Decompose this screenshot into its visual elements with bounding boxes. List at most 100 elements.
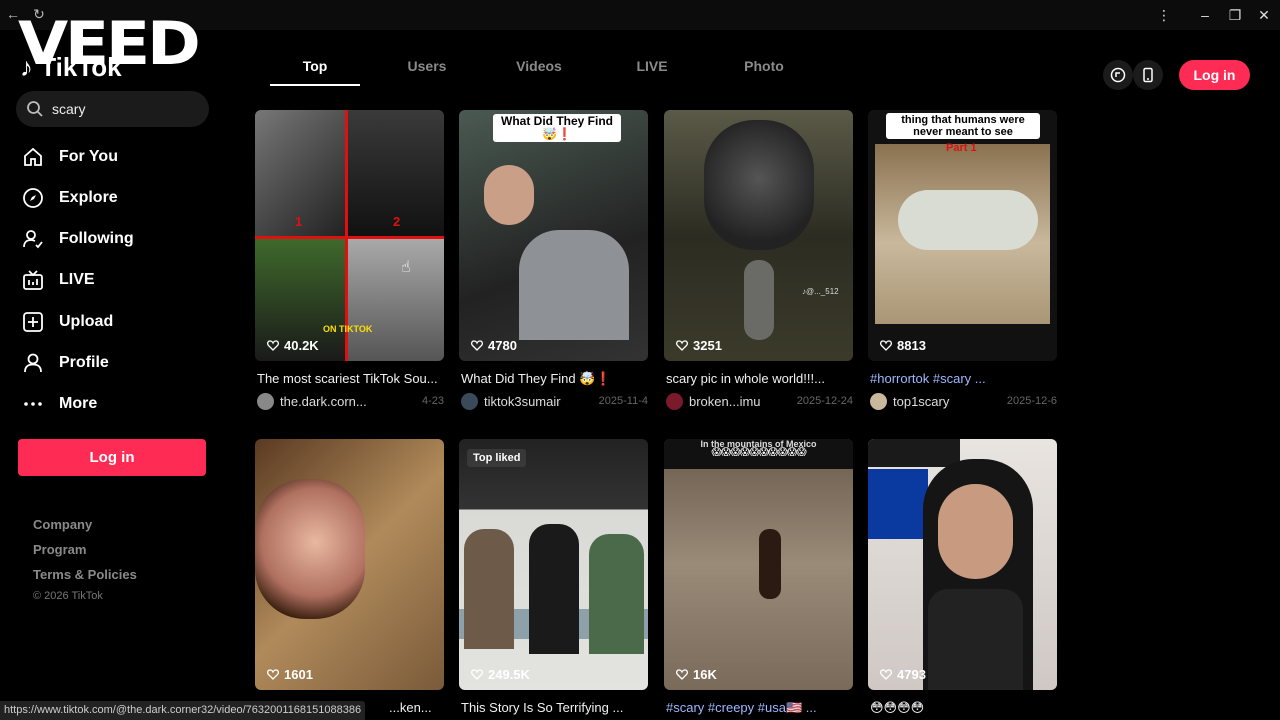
video-caption[interactable]: What Did They Find 🤯❗ bbox=[461, 371, 648, 387]
sidebar-item-label: LIVE bbox=[59, 271, 95, 288]
mouse-cursor-icon: ☝ bbox=[401, 259, 411, 276]
video-caption[interactable]: 😳😳😳😳 bbox=[870, 700, 1057, 716]
search-input[interactable] bbox=[52, 91, 202, 127]
video-thumbnail[interactable]: In the mountains of Mexico 😱😱😱😱😱😱😱😱😱😱 16… bbox=[664, 439, 853, 690]
sidebar-item-label: For You bbox=[59, 148, 118, 165]
sidebar-item-upload[interactable]: Upload bbox=[20, 306, 220, 338]
like-count: 4793 bbox=[880, 667, 926, 682]
video-caption[interactable]: This Story Is So Terrifying ... bbox=[461, 700, 648, 715]
avatar[interactable] bbox=[666, 392, 683, 410]
thumbnail-watermark: ♪@..._512 bbox=[802, 287, 839, 296]
sidebar-item-for-you[interactable]: For You bbox=[20, 141, 220, 173]
like-count: 40.2K bbox=[267, 338, 319, 353]
tab-live[interactable]: LIVE bbox=[618, 58, 686, 74]
video-caption[interactable]: ...ken... bbox=[389, 700, 444, 715]
like-count: 1601 bbox=[267, 667, 313, 682]
footer-link-terms[interactable]: Terms & Policies bbox=[33, 567, 137, 582]
header-login-button[interactable]: Log in bbox=[1179, 60, 1250, 90]
top-liked-badge: Top liked bbox=[467, 449, 527, 467]
video-thumbnail[interactable]: thing that humans were never meant to se… bbox=[868, 110, 1057, 361]
thumbnail-overlay-part: Part 1 bbox=[946, 142, 977, 154]
heart-icon bbox=[267, 669, 279, 680]
heart-icon bbox=[676, 669, 688, 680]
author-name[interactable]: broken...imu bbox=[689, 394, 761, 409]
video-thumbnail[interactable]: ♪@..._512 3251 bbox=[664, 110, 853, 361]
coin-icon[interactable] bbox=[1103, 60, 1133, 90]
like-count: 249.5K bbox=[471, 667, 530, 682]
tab-users[interactable]: Users bbox=[393, 58, 461, 74]
following-icon bbox=[20, 226, 46, 252]
video-caption[interactable]: scary pic in whole world!!!... bbox=[666, 371, 853, 386]
minimize-icon[interactable]: – bbox=[1195, 5, 1215, 25]
close-window-icon[interactable]: ✕ bbox=[1254, 5, 1274, 25]
sidebar-item-profile[interactable]: Profile bbox=[20, 347, 220, 379]
video-thumbnail[interactable]: 4793 bbox=[868, 439, 1057, 690]
video-caption[interactable]: #scary #creepy #usa🇺🇸 ... bbox=[666, 700, 853, 716]
home-icon bbox=[20, 144, 46, 170]
like-count: 3251 bbox=[676, 338, 722, 353]
sidebar-item-more[interactable]: More bbox=[20, 388, 220, 420]
author-name[interactable]: the.dark.corn... bbox=[280, 394, 367, 409]
sidebar-item-live[interactable]: LIVE bbox=[20, 264, 220, 296]
video-meta: top1scary 2025-12-6 bbox=[870, 392, 1057, 410]
status-bar-url: https://www.tiktok.com/@the.dark.corner3… bbox=[0, 701, 366, 720]
thumbnail-overlay-text: ON TIKTOK bbox=[323, 324, 373, 334]
sidebar-item-following[interactable]: Following bbox=[20, 223, 220, 255]
plus-square-icon bbox=[20, 309, 46, 335]
sidebar-item-label: Explore bbox=[59, 189, 118, 206]
sidebar-item-label: Following bbox=[59, 230, 134, 247]
sidebar-item-label: More bbox=[59, 395, 98, 412]
live-tv-icon bbox=[20, 267, 46, 293]
video-meta: tiktok3sumair 2025-11-4 bbox=[461, 392, 648, 410]
tab-videos[interactable]: Videos bbox=[505, 58, 573, 74]
like-count: 16K bbox=[676, 667, 717, 682]
post-date: 2025-12-6 bbox=[1006, 395, 1057, 407]
author-name[interactable]: top1scary bbox=[893, 394, 949, 409]
thumbnail-overlay-emoji: 😱😱😱😱😱😱😱😱😱😱 bbox=[711, 447, 806, 458]
avatar[interactable] bbox=[257, 392, 274, 410]
sidebar-item-explore[interactable]: Explore bbox=[20, 182, 220, 214]
sidebar-login-button[interactable]: Log in bbox=[18, 439, 206, 476]
video-thumbnail[interactable]: What Did They Find 🤯❗ 4780 bbox=[459, 110, 648, 361]
sidebar-item-label: Upload bbox=[59, 313, 114, 330]
heart-icon bbox=[471, 669, 483, 680]
tab-top[interactable]: Top bbox=[270, 58, 360, 74]
post-date: 2025-11-4 bbox=[598, 395, 648, 407]
thumbnail-overlay-text: thing that humans were never meant to se… bbox=[886, 113, 1040, 139]
video-caption[interactable]: The most scariest TikTok Sou... bbox=[257, 371, 444, 386]
search-icon bbox=[27, 101, 43, 117]
kebab-menu-icon[interactable]: ⋮ bbox=[1154, 5, 1174, 25]
video-meta: the.dark.corn... 4-23 bbox=[257, 392, 444, 410]
veed-watermark: VEED bbox=[18, 9, 201, 79]
author-name[interactable]: tiktok3sumair bbox=[484, 394, 561, 409]
heart-icon bbox=[880, 340, 892, 351]
avatar[interactable] bbox=[461, 392, 478, 410]
mobile-app-icon[interactable] bbox=[1133, 60, 1163, 90]
like-count: 4780 bbox=[471, 338, 517, 353]
video-thumbnail[interactable]: Top liked 249.5K bbox=[459, 439, 648, 690]
panel-number: 1 bbox=[295, 214, 303, 229]
video-caption[interactable]: #horrortok #scary ... bbox=[870, 371, 1057, 386]
maximize-icon[interactable]: ❐ bbox=[1225, 5, 1245, 25]
sidebar-item-label: Profile bbox=[59, 354, 109, 371]
more-dots-icon bbox=[20, 391, 46, 417]
video-meta: broken...imu 2025-12-24 bbox=[666, 392, 853, 410]
footer-link-program[interactable]: Program bbox=[33, 542, 86, 557]
video-thumbnail[interactable]: 1601 bbox=[255, 439, 444, 690]
post-date: 4-23 bbox=[421, 395, 444, 407]
post-date: 2025-12-24 bbox=[796, 395, 853, 407]
compass-icon bbox=[20, 185, 46, 211]
heart-icon bbox=[880, 669, 892, 680]
like-count: 8813 bbox=[880, 338, 926, 353]
heart-icon bbox=[676, 340, 688, 351]
panel-number: 2 bbox=[393, 214, 401, 229]
thumbnail-overlay-text: What Did They Find 🤯❗ bbox=[493, 114, 621, 142]
search-box[interactable] bbox=[16, 91, 209, 127]
user-icon bbox=[20, 350, 46, 376]
avatar[interactable] bbox=[870, 392, 887, 410]
heart-icon bbox=[267, 340, 279, 351]
heart-icon bbox=[471, 340, 483, 351]
tab-photo[interactable]: Photo bbox=[730, 58, 798, 74]
video-thumbnail[interactable]: 1 2 ON TIKTOK ☝ 40.2K bbox=[255, 110, 444, 361]
footer-link-company[interactable]: Company bbox=[33, 517, 92, 532]
